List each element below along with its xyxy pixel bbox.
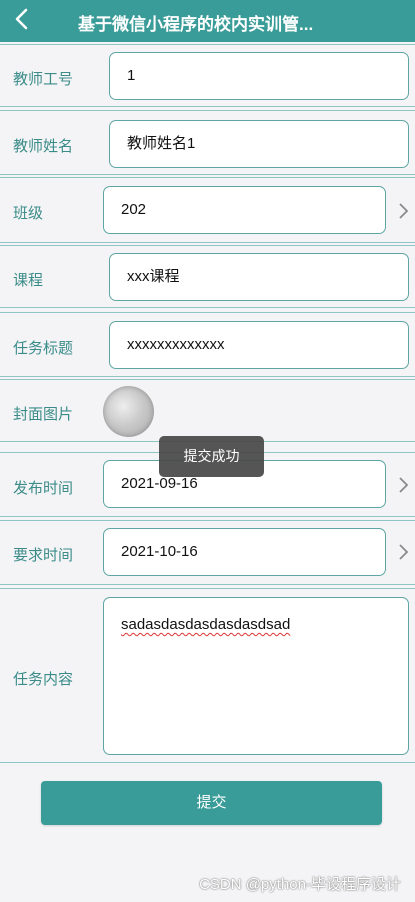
form-row-teacher-name: 教师姓名 教师姓名1 — [0, 110, 415, 175]
chevron-right-icon — [399, 544, 409, 560]
chevron-right-icon — [399, 477, 409, 493]
form-row-teacher-id: 教师工号 1 — [0, 44, 415, 107]
teacher-id-input[interactable]: 1 — [109, 52, 409, 100]
header-bar: 基于微信小程序的校内实训管... — [0, 0, 415, 42]
watermark-text: CSDN @python-毕设程序设计 — [199, 876, 401, 893]
form-row-task-content: 任务内容 sadasdasdasdasdasdsad — [0, 588, 415, 763]
back-button[interactable] — [10, 6, 36, 34]
task-content-textarea[interactable]: sadasdasdasdasdasdsad — [103, 597, 409, 755]
teacher-id-label: 教师工号 — [13, 71, 74, 88]
chevron-right-icon — [399, 203, 409, 219]
task-content-text: sadasdasdasdasdasdsad — [121, 616, 291, 633]
form-row-class[interactable]: 班级 202 — [0, 177, 415, 243]
form-row-cover-image: 封面图片 — [0, 379, 415, 442]
form-row-course: 课程 xxx课程 — [0, 245, 415, 308]
course-input[interactable]: xxx课程 — [109, 253, 409, 301]
success-toast: 提交成功 — [159, 436, 264, 477]
form-row-task-title: 任务标题 xxxxxxxxxxxxx — [0, 312, 415, 377]
class-label: 班级 — [13, 205, 44, 222]
task-title-label: 任务标题 — [13, 340, 74, 357]
submit-button[interactable]: 提交 — [41, 781, 382, 825]
teacher-name-label: 教师姓名 — [13, 138, 74, 155]
required-time-picker[interactable]: 2021-10-16 — [103, 528, 386, 576]
required-time-label: 要求时间 — [13, 547, 74, 564]
class-select[interactable]: 202 — [103, 186, 386, 234]
publish-time-label: 发布时间 — [13, 480, 74, 497]
page-title: 基于微信小程序的校内实训管... — [78, 15, 314, 34]
teacher-name-input[interactable]: 教师姓名1 — [109, 120, 409, 168]
form-row-required-time[interactable]: 要求时间 2021-10-16 — [0, 520, 415, 585]
cover-image-label: 封面图片 — [13, 406, 74, 423]
cover-image-thumbnail[interactable] — [103, 386, 154, 437]
course-label: 课程 — [13, 272, 44, 289]
task-title-input[interactable]: xxxxxxxxxxxxx — [109, 321, 409, 369]
task-content-label: 任务内容 — [13, 671, 74, 688]
chevron-left-icon — [15, 8, 28, 30]
